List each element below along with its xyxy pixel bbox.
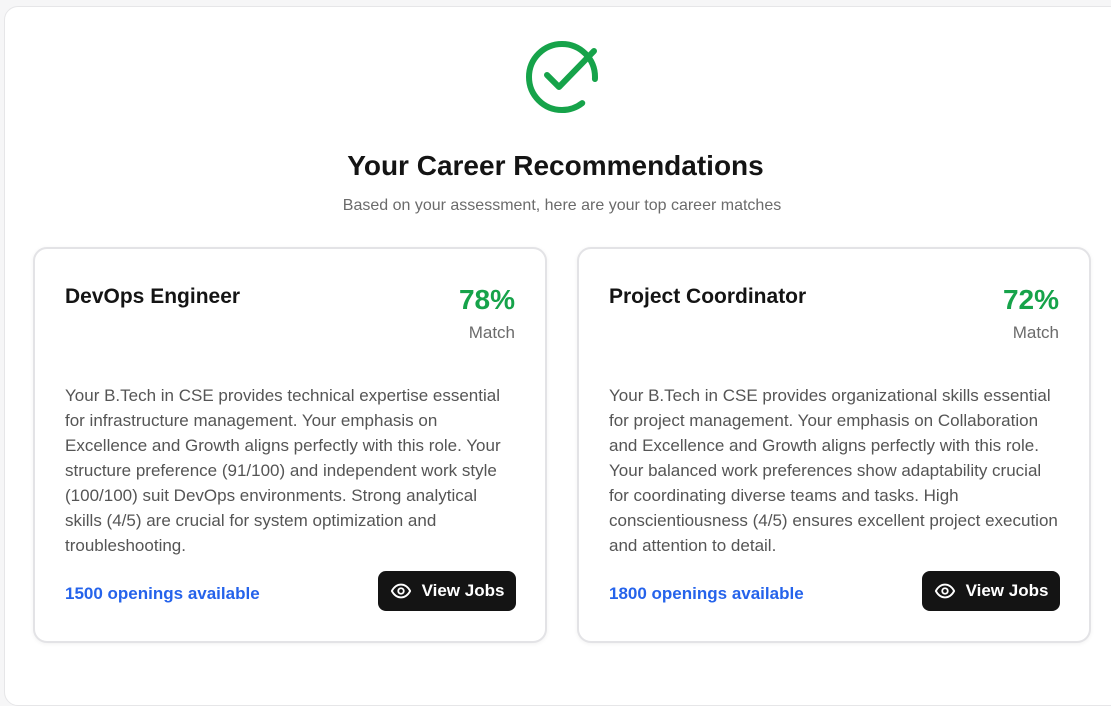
match-percent: 72% (1002, 284, 1059, 315)
page-title: Your Career Recommendations (347, 150, 764, 181)
openings-count: 1500 openings available (65, 584, 260, 603)
match-label: Match (1012, 323, 1059, 342)
match-label: Match (468, 323, 515, 342)
career-title: DevOps Engineer (65, 285, 241, 308)
eye-icon (390, 583, 411, 599)
career-card-project-coordinator: Project Coordinator 72% Match Your B.Tec… (577, 247, 1091, 643)
check-circle-icon (526, 41, 598, 113)
career-card-devops-engineer: DevOps Engineer 78% Match Your B.Tech in… (33, 247, 547, 643)
match-percent: 78% (458, 284, 515, 315)
career-title: Project Coordinator (609, 285, 807, 308)
view-jobs-button[interactable]: View Jobs (378, 571, 516, 611)
eye-icon (934, 583, 955, 599)
career-description: Your B.Tech in CSE provides technical ex… (65, 386, 501, 555)
page-subtitle: Based on your assessment, here are your … (342, 197, 782, 214)
view-jobs-button[interactable]: View Jobs (922, 571, 1060, 611)
view-jobs-label: View Jobs (421, 581, 505, 600)
career-description: Your B.Tech in CSE provides organization… (609, 386, 1058, 555)
view-jobs-label: View Jobs (965, 581, 1049, 600)
openings-count: 1800 openings available (609, 584, 804, 603)
